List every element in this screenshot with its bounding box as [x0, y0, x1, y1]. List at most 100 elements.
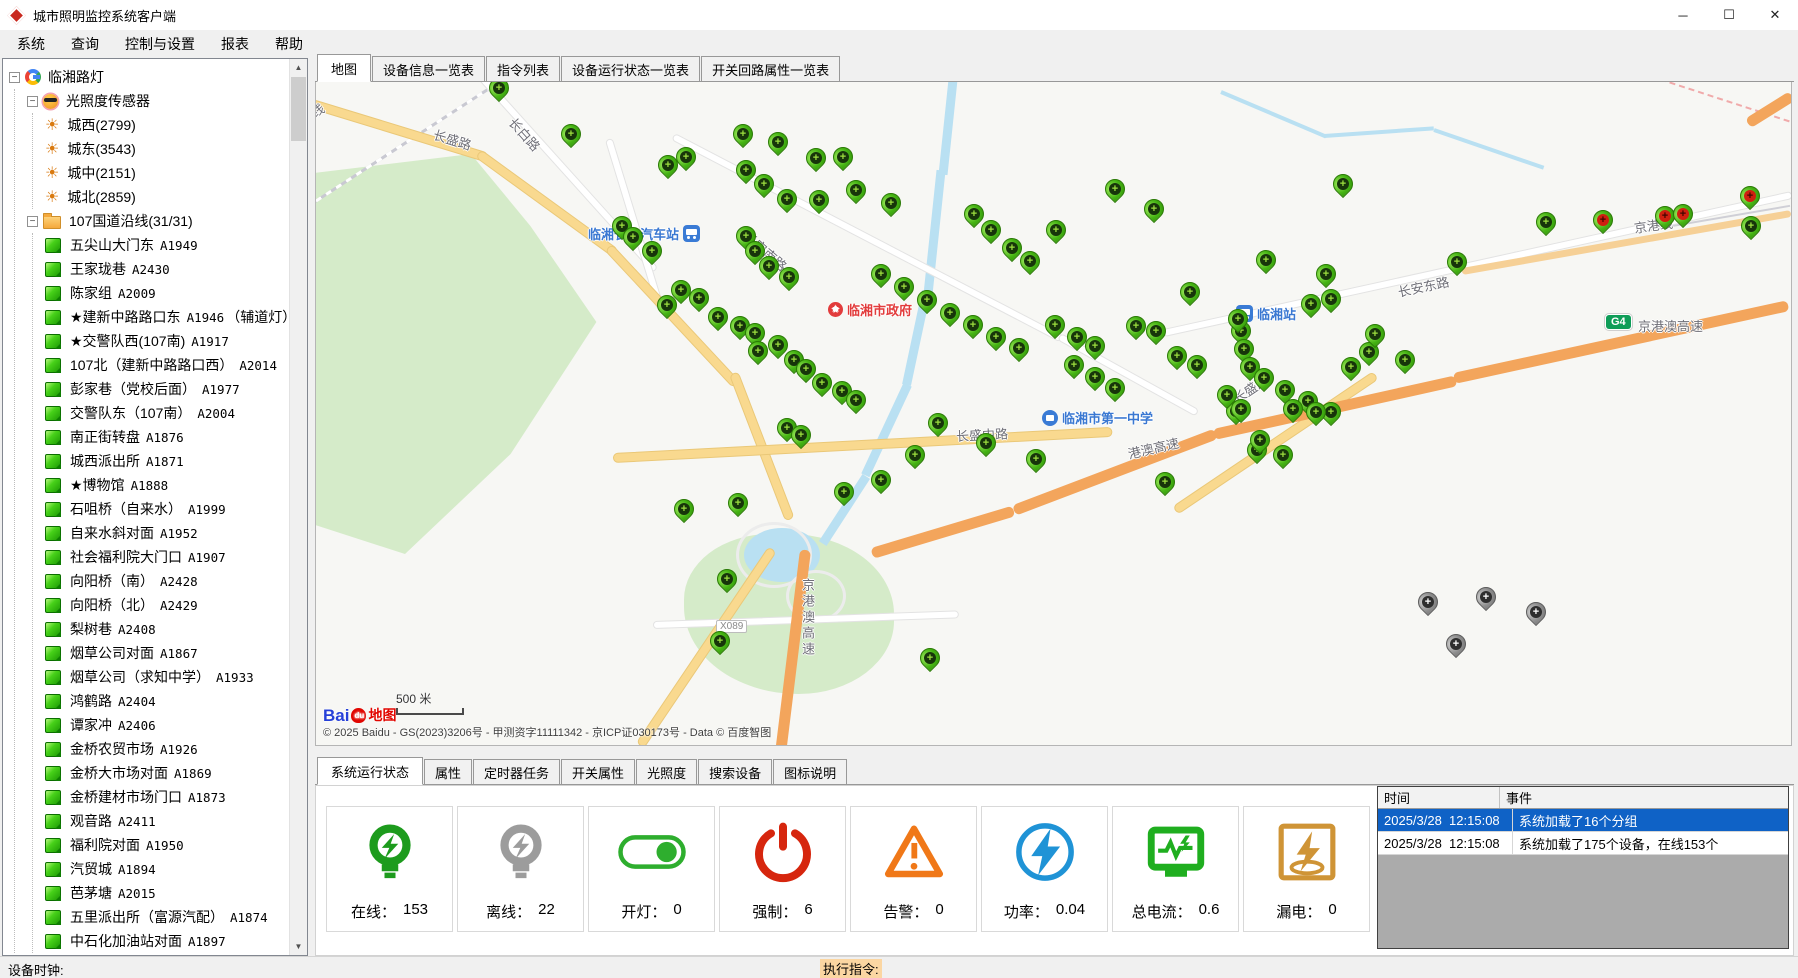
map-pin-online[interactable]: + — [959, 311, 987, 339]
tree-item-device-17[interactable]: 烟草公司对面A1867 — [45, 641, 288, 665]
map-pin-online[interactable]: + — [704, 303, 732, 331]
tree-item-device-16[interactable]: 梨树巷A2408 — [45, 617, 288, 641]
bottom-tab-4[interactable]: 光照度 — [636, 759, 697, 784]
tree-item-sensor-0[interactable]: ☀城西(2799) — [45, 113, 288, 137]
map-pin-online[interactable]: + — [1252, 246, 1280, 274]
map-pin-online[interactable]: + — [1142, 317, 1170, 345]
bottom-tab-5[interactable]: 搜索设备 — [698, 759, 772, 784]
expand-toggle[interactable]: − — [27, 216, 38, 227]
tree-item-sensor-3[interactable]: ☀城北(2859) — [45, 185, 288, 209]
map-pin-online[interactable]: + — [1041, 311, 1069, 339]
map-pin-online[interactable]: + — [1317, 285, 1345, 313]
tree-root[interactable]: −临湘路灯 — [9, 65, 288, 89]
tree-item-device-24[interactable]: 观音路A2411 — [45, 809, 288, 833]
tree-item-device-1[interactable]: 王家珑巷A2430 — [45, 257, 288, 281]
tree-item-device-25[interactable]: 福利院对面A1950 — [45, 833, 288, 857]
tree-item-device-7[interactable]: 交警队东（107南）A2004 — [45, 401, 288, 425]
scroll-up-icon[interactable]: ▲ — [290, 59, 307, 76]
map-pin-online[interactable]: + — [1022, 445, 1050, 473]
map-pin-online[interactable]: + — [557, 120, 585, 148]
bottom-tab-6[interactable]: 图标说明 — [773, 759, 847, 784]
map-pin-online[interactable]: + — [724, 489, 752, 517]
menu-item-0[interactable]: 系统 — [4, 30, 58, 58]
map-pin-online[interactable]: + — [829, 143, 857, 171]
tree-item-device-6[interactable]: 彭家巷（党校后面）A1977 — [45, 377, 288, 401]
expand-toggle[interactable]: − — [9, 72, 20, 83]
map-tab-4[interactable]: 开关回路属性一览表 — [701, 56, 840, 81]
tree-item-device-11[interactable]: 石咀桥（自来水）A1999 — [45, 497, 288, 521]
map-pin-online[interactable]: + — [670, 495, 698, 523]
tree-item-device-28[interactable]: 五里派出所（富源汽配）A1874 — [45, 905, 288, 929]
map-pin-online[interactable]: + — [924, 409, 952, 437]
menu-item-3[interactable]: 报表 — [208, 30, 262, 58]
map-canvas[interactable]: 京广线长盛路长白路长安南路长安东路京港线长盛路长盛中路港澳高速京港澳高速京港澳高… — [315, 82, 1792, 746]
map-pin-offline[interactable]: + — [1442, 630, 1470, 658]
scrollbar-thumb[interactable] — [291, 77, 306, 141]
map-pin-online[interactable]: + — [890, 273, 918, 301]
map-tab-2[interactable]: 指令列表 — [486, 56, 560, 81]
map-pin-online[interactable]: + — [1312, 260, 1340, 288]
bottom-tab-2[interactable]: 定时器任务 — [473, 759, 560, 784]
menu-item-2[interactable]: 控制与设置 — [112, 30, 208, 58]
bottom-tab-1[interactable]: 属性 — [424, 759, 472, 784]
tree-scrollbar[interactable]: ▲ ▼ — [289, 59, 307, 955]
map-pin-online[interactable]: + — [1101, 175, 1129, 203]
menu-item-4[interactable]: 帮助 — [262, 30, 316, 58]
tree-item-device-21[interactable]: 金桥农贸市场A1926 — [45, 737, 288, 761]
map-tab-3[interactable]: 设备运行状态一览表 — [561, 56, 700, 81]
event-log-row[interactable]: 2025/3/28 12:15:08系统加载了175个设备，在线153个 — [1378, 832, 1788, 855]
tree-item-device-27[interactable]: 芭茅塘A2015 — [45, 881, 288, 905]
map-pin-online[interactable]: + — [1042, 216, 1070, 244]
tree-item-device-13[interactable]: 社会福利院大门口A1907 — [45, 545, 288, 569]
map-pin-online[interactable]: + — [1176, 278, 1204, 306]
tree-item-sensor-1[interactable]: ☀城东(3543) — [45, 137, 288, 161]
map-pin-offline[interactable]: + — [1522, 598, 1550, 626]
tree-item-device-12[interactable]: 自来水斜对面A1952 — [45, 521, 288, 545]
tree-item-device-15[interactable]: 向阳桥（北）A2429 — [45, 593, 288, 617]
map-pin-online[interactable]: + — [1005, 334, 1033, 362]
bottom-tab-0[interactable]: 系统运行状态 — [317, 757, 423, 785]
tree-item-device-18[interactable]: 烟草公司（求知中学）A1933 — [45, 665, 288, 689]
tree-item-device-4[interactable]: ★交警队西(107南)A1917 — [45, 329, 288, 353]
bottom-tab-3[interactable]: 开关属性 — [561, 759, 635, 784]
tree-item-device-19[interactable]: 鸿鹤路A2404 — [45, 689, 288, 713]
tree-item-device-3[interactable]: ★建新中路路口东A1946（辅道灯） — [45, 305, 288, 329]
tree-group-sensors[interactable]: −光照度传感器 — [27, 89, 288, 113]
event-log-row[interactable]: 2025/3/28 12:15:08系统加载了16个分组 — [1378, 809, 1788, 832]
tree-item-device-9[interactable]: 城西派出所A1871 — [45, 449, 288, 473]
map-pin-offline[interactable]: + — [1414, 588, 1442, 616]
minimize-button[interactable]: ─ — [1660, 0, 1706, 30]
scroll-down-icon[interactable]: ▼ — [290, 938, 307, 955]
map-pin-online[interactable]: + — [877, 189, 905, 217]
map-pin-alarm[interactable]: + — [1589, 206, 1617, 234]
map-pin-online[interactable]: + — [802, 144, 830, 172]
map-pin-online[interactable]: + — [1391, 346, 1419, 374]
tree-group-road107[interactable]: −107国道沿线(31/31) — [27, 209, 288, 233]
close-button[interactable]: ✕ — [1752, 0, 1798, 30]
map-pin-online[interactable]: + — [1140, 195, 1168, 223]
tree-item-device-26[interactable]: 汽贸城A1894 — [45, 857, 288, 881]
map-pin-offline[interactable]: + — [1472, 583, 1500, 611]
tree-item-device-14[interactable]: 向阳桥（南）A2428 — [45, 569, 288, 593]
tree-item-device-5[interactable]: 107北（建新中路路口西）A2014 — [45, 353, 288, 377]
tree-item-device-20[interactable]: 谭家冲A2406 — [45, 713, 288, 737]
map-pin-online[interactable]: + — [1532, 208, 1560, 236]
maximize-button[interactable]: ☐ — [1706, 0, 1752, 30]
tree-item-device-0[interactable]: 五尖山大门东A1949 — [45, 233, 288, 257]
map-pin-online[interactable]: + — [916, 644, 944, 672]
tree-item-device-8[interactable]: 南正街转盘A1876 — [45, 425, 288, 449]
tree-item-device-29[interactable]: 中石化加油站对面A1897 — [45, 929, 288, 953]
map-pin-online[interactable]: + — [764, 128, 792, 156]
expand-toggle[interactable]: − — [27, 96, 38, 107]
map-pin-online[interactable]: + — [982, 323, 1010, 351]
map-pin-online[interactable]: + — [1151, 468, 1179, 496]
tree-item-device-2[interactable]: 陈家组A2009 — [45, 281, 288, 305]
map-pin-online[interactable]: + — [842, 176, 870, 204]
map-tab-0[interactable]: 地图 — [317, 54, 371, 82]
map-pin-online[interactable]: + — [867, 260, 895, 288]
map-pin-online[interactable]: + — [485, 82, 513, 102]
tree-item-device-22[interactable]: 金桥大市场对面A1869 — [45, 761, 288, 785]
tree-item-device-10[interactable]: ★博物馆A1888 — [45, 473, 288, 497]
map-tab-1[interactable]: 设备信息一览表 — [372, 56, 485, 81]
tree-item-sensor-2[interactable]: ☀城中(2151) — [45, 161, 288, 185]
